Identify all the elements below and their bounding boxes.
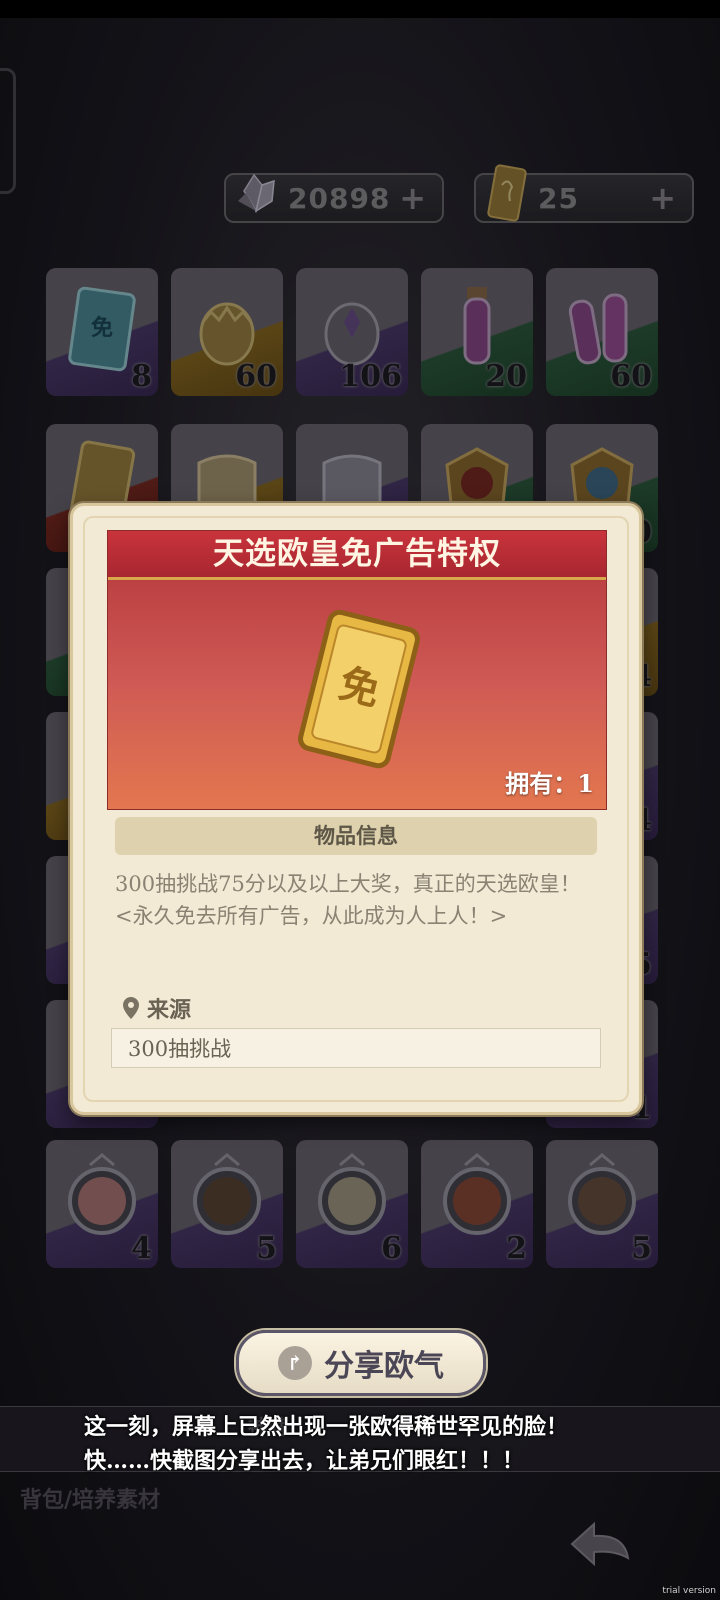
inventory-slot[interactable]: 60 <box>171 268 283 396</box>
item-count: 106 <box>339 359 402 394</box>
inventory-slot[interactable]: 免 8 <box>46 268 158 396</box>
caption-line: 快……快截图分享出去，让弟兄们眼红！！！ <box>84 1448 525 1474</box>
add-ticket-button[interactable]: + <box>649 179 676 217</box>
inventory-slot[interactable]: 60 <box>546 268 658 396</box>
description-line: 300抽挑战75分以及以上大奖，真正的天选欧皇！ <box>115 872 581 896</box>
share-caption: 这一刻，屏幕上已然出现一张欧得稀世罕见的脸！ 快……快截图分享出去，让弟兄们眼红… <box>84 1410 568 1478</box>
ticket-currency: 25 + <box>474 164 694 223</box>
item-count: 4 <box>131 1231 152 1266</box>
item-info-header: 物品信息 <box>115 817 597 855</box>
item-title: 天选欧皇免广告特权 <box>108 531 606 580</box>
inventory-slot[interactable]: 106 <box>296 268 408 396</box>
inventory-slot[interactable]: 5 <box>171 1140 283 1268</box>
ad-free-ticket-icon: 免 <box>298 609 420 769</box>
caption-line: 这一刻，屏幕上已然出现一张欧得稀世罕见的脸！ <box>84 1414 569 1440</box>
item-count: 5 <box>256 1231 277 1266</box>
crystal-currency: 20898 + <box>224 173 444 223</box>
item-count: 60 <box>610 359 652 394</box>
item-count: 6 <box>381 1231 402 1266</box>
share-luck-button[interactable]: ↱ 分享欧气 <box>236 1330 486 1396</box>
add-crystal-button[interactable]: + <box>399 179 426 217</box>
item-description: 300抽挑战75分以及以上大奖，真正的天选欧皇！ <永久免去所有广告，从此成为人… <box>115 868 601 932</box>
gacha-ticket-icon <box>487 164 527 222</box>
description-line: <永久免去所有广告，从此成为人上人！> <box>115 904 508 928</box>
inventory-slot[interactable]: 5 <box>546 1140 658 1268</box>
watermark: trial version <box>662 1586 716 1596</box>
item-banner: 天选欧皇免广告特权 免 拥有：1 <box>107 530 607 810</box>
owned-count: 拥有：1 <box>505 769 594 798</box>
item-count: 5 <box>631 1231 652 1266</box>
location-pin-icon <box>123 997 139 1019</box>
item-count: 20 <box>485 359 527 394</box>
inventory-slot[interactable]: 4 <box>46 1140 158 1268</box>
back-arrow-icon[interactable] <box>568 1518 638 1568</box>
item-detail-modal: 天选欧皇免广告特权 免 拥有：1 物品信息 300抽挑战75分以及以上大奖，真正… <box>70 503 642 1115</box>
item-count: 2 <box>506 1231 527 1266</box>
inventory-slot[interactable]: 20 <box>421 268 533 396</box>
svg-text:免: 免 <box>91 315 113 341</box>
inventory-slot[interactable]: 6 <box>296 1140 408 1268</box>
share-label: 分享欧气 <box>324 1349 444 1384</box>
item-count: 60 <box>235 359 277 394</box>
crystal-icon <box>238 173 275 213</box>
share-arrow-icon: ↱ <box>278 1346 312 1380</box>
source-entry[interactable]: 300抽挑战 <box>111 1028 601 1068</box>
source-label: 来源 <box>123 992 191 1024</box>
ticket-count: 25 <box>538 181 579 215</box>
inventory-slot[interactable]: 2 <box>421 1140 533 1268</box>
crystal-count: 20898 <box>288 181 391 215</box>
source-label-text: 来源 <box>147 997 192 1023</box>
item-count: 8 <box>131 359 152 394</box>
ad-free-small-ticket-icon: 免 <box>68 286 136 372</box>
side-panel-tab[interactable] <box>0 68 16 194</box>
tab-bag-materials[interactable]: 背包/培养素材 <box>20 1482 160 1514</box>
